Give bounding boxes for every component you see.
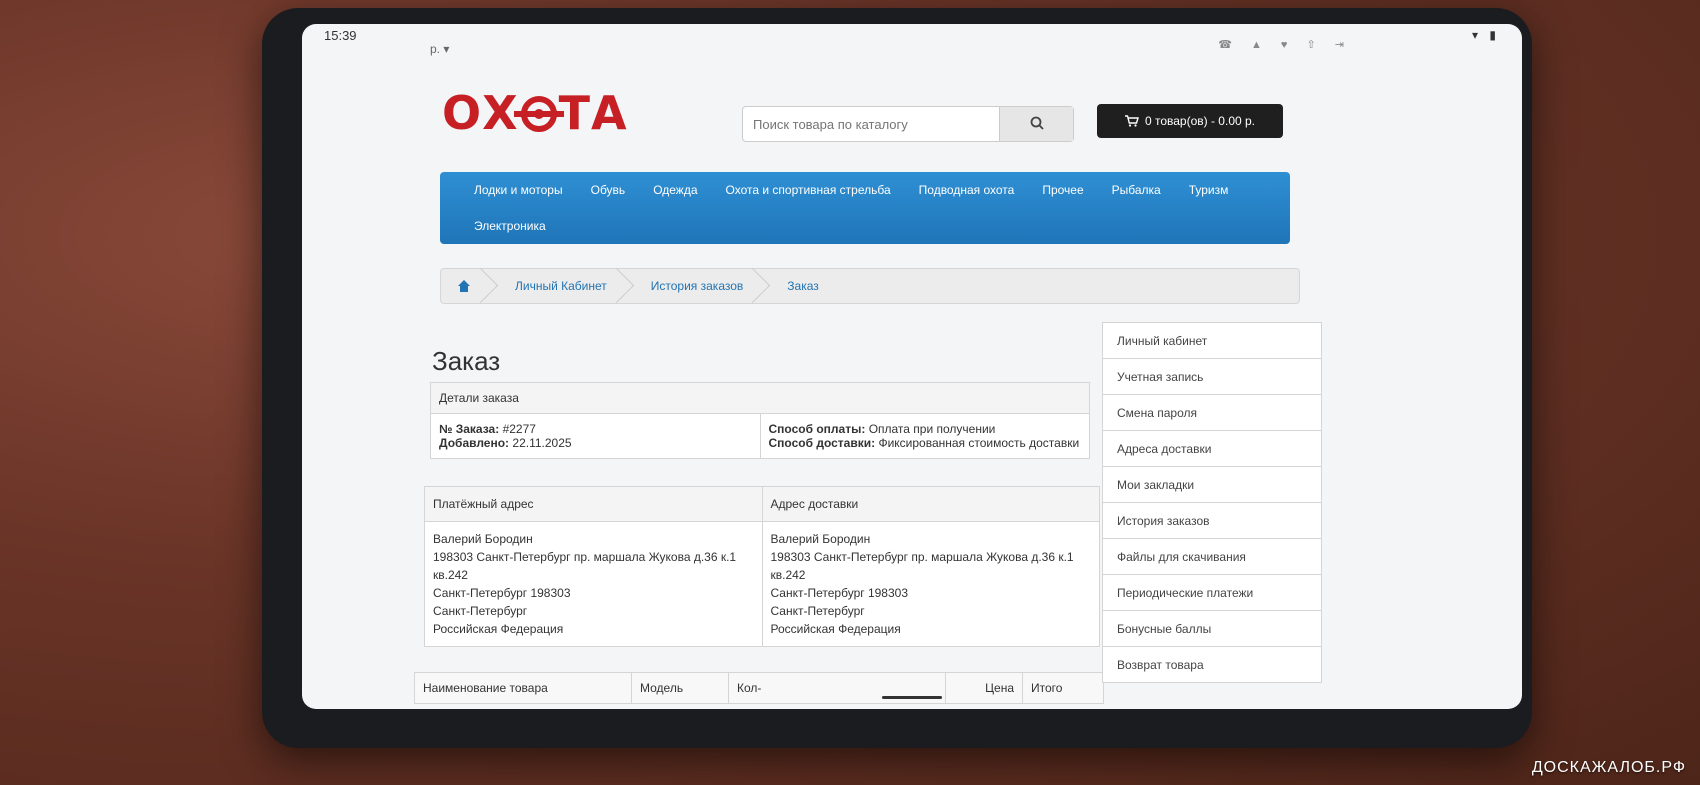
added-date: 22.11.2025 (512, 436, 572, 450)
address-line: Валерий Бородин (770, 532, 871, 546)
search-input[interactable] (743, 107, 999, 141)
crosshair-icon (513, 95, 564, 132)
address-line: Санкт-Петербург 198303 (433, 586, 571, 600)
sidebar-item-profile[interactable]: Учетная запись (1102, 359, 1322, 395)
main-menu: Лодки и моторы Обувь Одежда Охота и спор… (440, 172, 1290, 244)
search-icon (1030, 116, 1044, 130)
address-line: Валерий Бородин (433, 532, 533, 546)
sidebar-item-wishlist[interactable]: Мои закладки (1102, 467, 1322, 503)
menu-item-boats[interactable]: Лодки и моторы (460, 183, 577, 197)
search-box (742, 106, 1074, 142)
address-line: Санкт-Петербург 198303 (770, 586, 909, 600)
order-info-cell: № Заказа: #2277 Добавлено: 22.11.2025 (430, 413, 761, 459)
col-product-name: Наименование товара (414, 672, 632, 704)
watermark: ДОСКАЖАЛОБ.РФ (1531, 759, 1686, 776)
home-icon (457, 280, 471, 292)
sidebar-item-password[interactable]: Смена пароля (1102, 395, 1322, 431)
order-details-table: Детали заказа № Заказа: #2277 Добавлено:… (430, 382, 1090, 459)
address-line: Санкт-Петербург (433, 604, 528, 618)
menu-item-tourism[interactable]: Туризм (1175, 183, 1243, 197)
cart-icon (1124, 115, 1139, 127)
menu-item-electronics[interactable]: Электроника (460, 219, 560, 233)
cart-button[interactable]: 0 товар(ов) - 0.00 р. (1097, 104, 1283, 138)
shipping-address: Валерий Бородин 198303 Санкт-Петербург п… (761, 521, 1100, 647)
address-line: 198303 Санкт-Петербург пр. маршала Жуков… (433, 550, 737, 564)
sidebar-item-returns[interactable]: Возврат товара (1102, 647, 1322, 683)
address-line: Санкт-Петербург (770, 604, 865, 618)
address-line: Российская Федерация (770, 622, 901, 636)
wifi-battery-icon: ▾ ▮ (1472, 28, 1500, 42)
order-details-header: Детали заказа (430, 382, 1090, 414)
site-header: ОХ ТА 0 товар(ов) - 0.00 р. (442, 80, 1372, 150)
addresses-table: Платёжный адрес Адрес доставки Валерий Б… (424, 486, 1100, 647)
status-time: 15:39 (324, 27, 357, 43)
tablet-screen: 15:39 ▾ ▮ р. ▾ ☎ ▲ ♥ ⇧ ⇥ ОХ ТА 0 товар(ов… (302, 24, 1522, 709)
cart-label: 0 товар(ов) - 0.00 р. (1144, 114, 1256, 128)
sidebar-item-addresses[interactable]: Адреса доставки (1102, 431, 1322, 467)
menu-item-shoes[interactable]: Обувь (577, 183, 640, 197)
shipping-address-header: Адрес доставки (761, 486, 1100, 522)
payment-address: Валерий Бородин 198303 Санкт-Петербург п… (424, 521, 763, 647)
menu-item-hunting[interactable]: Охота и спортивная стрельба (712, 183, 905, 197)
col-total: Итого (1022, 672, 1104, 704)
menu-item-spearfishing[interactable]: Подводная охота (905, 183, 1029, 197)
search-button[interactable] (999, 107, 1073, 141)
menu-item-other[interactable]: Прочее (1028, 183, 1097, 197)
site-logo[interactable]: ОХ ТА (442, 86, 628, 140)
order-no-label: № Заказа: (439, 422, 500, 436)
sidebar-item-order-history[interactable]: История заказов (1102, 503, 1322, 539)
address-line: кв.242 (433, 568, 468, 582)
menu-item-fishing[interactable]: Рыбалка (1098, 183, 1175, 197)
menu-row: Лодки и моторы Обувь Одежда Охота и спор… (440, 172, 1290, 208)
logo-text-right: ТА (558, 86, 628, 140)
logo-text-left: ОХ (442, 86, 519, 140)
col-model: Модель (631, 672, 729, 704)
sidebar-item-recurring[interactable]: Периодические платежи (1102, 575, 1322, 611)
payment-method: Оплата при получении (868, 422, 996, 436)
added-label: Добавлено: (439, 436, 510, 450)
sidebar-item-reward-points[interactable]: Бонусные баллы (1102, 611, 1322, 647)
payment-label: Способ оплаты: (768, 422, 866, 436)
order-methods-cell: Способ оплаты: Оплата при получении Спос… (759, 413, 1090, 459)
address-line: кв.242 (770, 568, 806, 582)
sidebar-item-account[interactable]: Личный кабинет (1102, 322, 1322, 359)
menu-row: Электроника (440, 208, 1290, 244)
address-line: Российская Федерация (433, 622, 564, 636)
breadcrumb-home[interactable] (441, 269, 499, 303)
address-line: 198303 Санкт-Петербург пр. маршала Жуков… (770, 550, 1074, 564)
breadcrumb-order-history[interactable]: История заказов (635, 269, 772, 303)
account-sidebar: Личный кабинет Учетная запись Смена паро… (1102, 322, 1322, 683)
breadcrumb-account[interactable]: Личный Кабинет (499, 269, 635, 303)
payment-address-header: Платёжный адрес (424, 486, 763, 522)
sidebar-item-downloads[interactable]: Файлы для скачивания (1102, 539, 1322, 575)
currency-selector[interactable]: р. ▾ (430, 42, 449, 56)
menu-item-clothes[interactable]: Одежда (639, 183, 711, 197)
page-title: Заказ (432, 346, 501, 376)
breadcrumb: Личный Кабинет История заказов Заказ (440, 268, 1300, 304)
products-table: Наименование товара Модель Кол- Цена Ито… (414, 672, 1104, 704)
top-links-icons[interactable]: ☎ ▲ ♥ ⇧ ⇥ (1218, 38, 1352, 51)
gesture-bar[interactable] (882, 696, 942, 699)
col-price: Цена (945, 672, 1023, 704)
order-no: #2277 (502, 422, 536, 436)
shipping-method: Фиксированная стоимость доставки (878, 436, 1080, 450)
shipping-label: Способ доставки: (768, 436, 876, 450)
breadcrumb-order[interactable]: Заказ (771, 269, 846, 303)
